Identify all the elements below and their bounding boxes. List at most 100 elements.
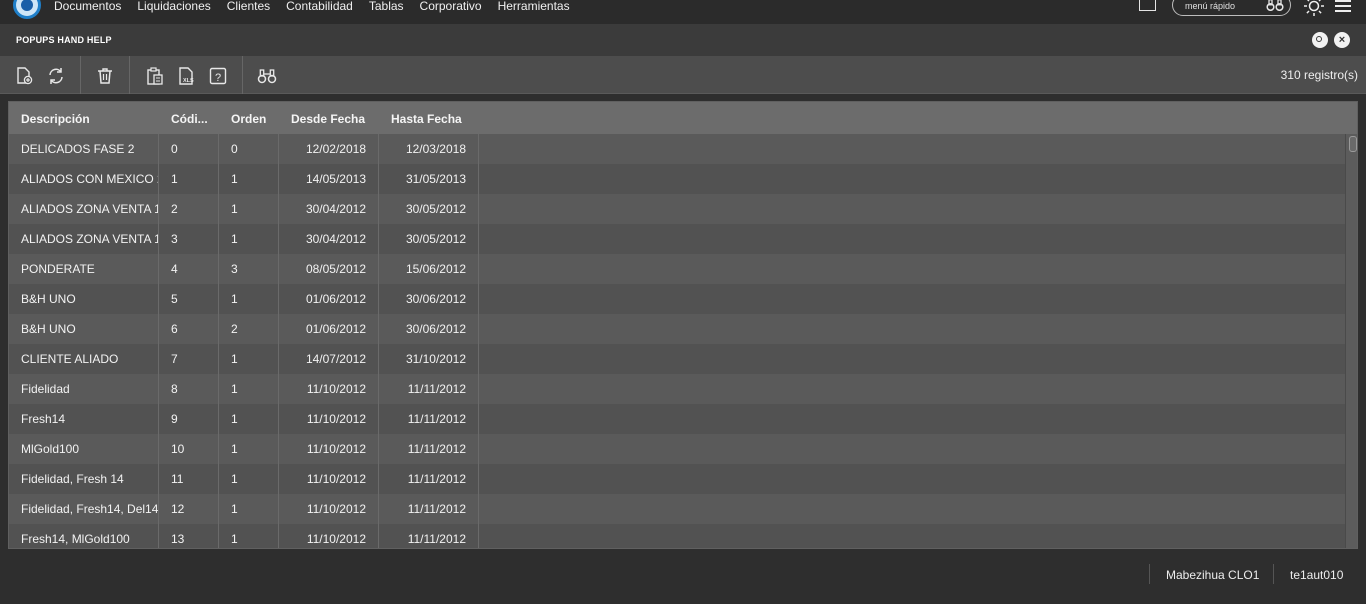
status-program: te1aut010 bbox=[1290, 568, 1344, 582]
cell-hasta-fecha: 11/11/2012 bbox=[379, 524, 479, 548]
cell-desde-fecha: 01/06/2012 bbox=[279, 284, 379, 314]
cell-codigo: 4 bbox=[159, 254, 219, 284]
table-row[interactable]: ALIADOS CON MEXICO 2 1 1 14/05/2013 31/05/20… bbox=[9, 164, 1345, 194]
hamburger-menu-icon[interactable] bbox=[1335, 0, 1351, 12]
column-header-orden[interactable]: Orden bbox=[231, 112, 266, 126]
table-row[interactable]: DELICADOS FASE 2 0 0 12/02/2018 12/03/2018 bbox=[9, 134, 1345, 164]
app-logo-icon[interactable] bbox=[13, 0, 41, 19]
binoculars-icon[interactable] bbox=[257, 66, 277, 86]
close-window-button[interactable]: × bbox=[1334, 32, 1350, 48]
delete-icon[interactable] bbox=[95, 66, 115, 86]
cell-codigo: 12 bbox=[159, 494, 219, 524]
cell-codigo: 9 bbox=[159, 404, 219, 434]
cell-codigo: 10 bbox=[159, 434, 219, 464]
cell-codigo: 5 bbox=[159, 284, 219, 314]
table-row[interactable]: ALIADOS ZONA VENTA 1 2 1 30/04/2012 30/05/20… bbox=[9, 194, 1345, 224]
cell-desde-fecha: 14/05/2013 bbox=[279, 164, 379, 194]
cell-hasta-fecha: 30/06/2012 bbox=[379, 284, 479, 314]
cell-desde-fecha: 11/10/2012 bbox=[279, 434, 379, 464]
cell-descripcion: Fresh14 bbox=[9, 404, 159, 434]
cell-hasta-fecha: 30/05/2012 bbox=[379, 194, 479, 224]
cell-desde-fecha: 01/06/2012 bbox=[279, 314, 379, 344]
cell-hasta-fecha: 11/11/2012 bbox=[379, 374, 479, 404]
cell-codigo: 0 bbox=[159, 134, 219, 164]
cell-descripcion: DELICADOS FASE 2 bbox=[9, 134, 159, 164]
menu-item-tablas[interactable]: Tablas bbox=[369, 0, 404, 13]
cell-desde-fecha: 11/10/2012 bbox=[279, 404, 379, 434]
column-header-codigo[interactable]: Códi... bbox=[171, 112, 208, 126]
cell-hasta-fecha: 11/11/2012 bbox=[379, 464, 479, 494]
cell-descripcion: Fidelidad, Fresh14, Del14 bbox=[9, 494, 159, 524]
table-row[interactable]: Fresh14, MlGold100 13 1 11/10/2012 11/11/201… bbox=[9, 524, 1345, 548]
binoculars-icon[interactable] bbox=[1266, 0, 1284, 11]
cell-desde-fecha: 30/04/2012 bbox=[279, 224, 379, 254]
table-row[interactable]: B&H UNO 5 1 01/06/2012 30/06/2012 bbox=[9, 284, 1345, 314]
toolbar-divider bbox=[80, 56, 81, 94]
grid-body: DELICADOS FASE 2 0 0 12/02/2018 12/03/2018 AL… bbox=[9, 134, 1345, 548]
column-header-hasta-fecha[interactable]: Hasta Fecha bbox=[391, 112, 462, 126]
cell-desde-fecha: 12/02/2018 bbox=[279, 134, 379, 164]
cell-descripcion: PONDERATE bbox=[9, 254, 159, 284]
cell-desde-fecha: 11/10/2012 bbox=[279, 494, 379, 524]
cell-orden: 1 bbox=[219, 494, 279, 524]
cell-descripcion: MlGold100 bbox=[9, 434, 159, 464]
table-row[interactable]: Fresh14 9 1 11/10/2012 11/11/2012 bbox=[9, 404, 1345, 434]
quick-menu-label: menú rápido bbox=[1185, 1, 1236, 11]
cell-orden: 1 bbox=[219, 464, 279, 494]
column-header-descripcion[interactable]: Descripción bbox=[21, 112, 90, 126]
app-root: Documentos Liquidaciones Clientes Contab… bbox=[0, 0, 1366, 604]
cell-desde-fecha: 08/05/2012 bbox=[279, 254, 379, 284]
target-icon[interactable] bbox=[1312, 32, 1328, 48]
menu-item-corporativo[interactable]: Corporativo bbox=[420, 0, 482, 13]
data-grid: Descripción Códi... Orden Desde Fecha Ha… bbox=[8, 101, 1358, 549]
menu-item-clientes[interactable]: Clientes bbox=[227, 0, 270, 13]
table-row[interactable]: CLIENTE ALIADO 7 1 14/07/2012 31/10/2012 bbox=[9, 344, 1345, 374]
window-title: POPUPS HAND HELP bbox=[16, 35, 112, 45]
xls-export-icon[interactable]: XLS bbox=[177, 66, 197, 86]
column-header-desde-fecha[interactable]: Desde Fecha bbox=[291, 112, 365, 126]
status-divider bbox=[1149, 564, 1150, 584]
clipboard-icon[interactable] bbox=[145, 66, 165, 86]
cell-codigo: 1 bbox=[159, 164, 219, 194]
cell-hasta-fecha: 12/03/2018 bbox=[379, 134, 479, 164]
table-row[interactable]: Fidelidad, Fresh 14 11 1 11/10/2012 11/11/20… bbox=[9, 464, 1345, 494]
cell-orden: 3 bbox=[219, 254, 279, 284]
window-icon[interactable] bbox=[1139, 0, 1156, 11]
status-bar: Mabezihua CLO1 te1aut010 bbox=[0, 558, 1366, 590]
record-count: 310 registro(s) bbox=[1280, 68, 1358, 82]
cell-descripcion: B&H UNO bbox=[9, 314, 159, 344]
table-row[interactable]: B&H UNO 6 2 01/06/2012 30/06/2012 bbox=[9, 314, 1345, 344]
table-row[interactable]: MlGold100 10 1 11/10/2012 11/11/2012 bbox=[9, 434, 1345, 464]
table-row[interactable]: Fidelidad 8 1 11/10/2012 11/11/2012 bbox=[9, 374, 1345, 404]
table-row[interactable]: PONDERATE 4 3 08/05/2012 15/06/2012 bbox=[9, 254, 1345, 284]
cell-orden: 1 bbox=[219, 284, 279, 314]
cell-orden: 1 bbox=[219, 224, 279, 254]
table-row[interactable]: Fidelidad, Fresh14, Del14 12 1 11/10/2012 11… bbox=[9, 494, 1345, 524]
table-row[interactable]: ALIADOS ZONA VENTA 1 3 1 30/04/2012 30/05/20… bbox=[9, 224, 1345, 254]
help-icon[interactable]: ? bbox=[208, 66, 228, 86]
cell-orden: 1 bbox=[219, 434, 279, 464]
cell-hasta-fecha: 11/11/2012 bbox=[379, 404, 479, 434]
cell-desde-fecha: 11/10/2012 bbox=[279, 374, 379, 404]
cell-descripcion: ALIADOS ZONA VENTA 1 bbox=[9, 224, 159, 254]
status-user: Mabezihua CLO1 bbox=[1166, 568, 1260, 582]
cell-hasta-fecha: 11/11/2012 bbox=[379, 494, 479, 524]
new-document-icon[interactable] bbox=[14, 66, 34, 86]
top-navigation-bar: Documentos Liquidaciones Clientes Contab… bbox=[0, 0, 1366, 24]
menu-item-documentos[interactable]: Documentos bbox=[54, 0, 121, 13]
vertical-scrollbar[interactable] bbox=[1345, 134, 1357, 548]
cell-descripcion: ALIADOS CON MEXICO 2 bbox=[9, 164, 159, 194]
cell-descripcion: Fresh14, MlGold100 bbox=[9, 524, 159, 548]
menu-item-contabilidad[interactable]: Contabilidad bbox=[286, 0, 353, 13]
quick-menu-search[interactable]: menú rápido bbox=[1172, 0, 1291, 16]
menu-item-herramientas[interactable]: Herramientas bbox=[498, 0, 570, 13]
menu-item-liquidaciones[interactable]: Liquidaciones bbox=[137, 0, 210, 13]
cell-orden: 0 bbox=[219, 134, 279, 164]
theme-sun-icon[interactable] bbox=[1303, 0, 1325, 17]
scrollbar-thumb[interactable] bbox=[1349, 136, 1357, 152]
refresh-icon[interactable] bbox=[46, 66, 66, 86]
cell-codigo: 13 bbox=[159, 524, 219, 548]
cell-hasta-fecha: 11/11/2012 bbox=[379, 434, 479, 464]
cell-orden: 1 bbox=[219, 524, 279, 548]
cell-hasta-fecha: 31/10/2012 bbox=[379, 344, 479, 374]
